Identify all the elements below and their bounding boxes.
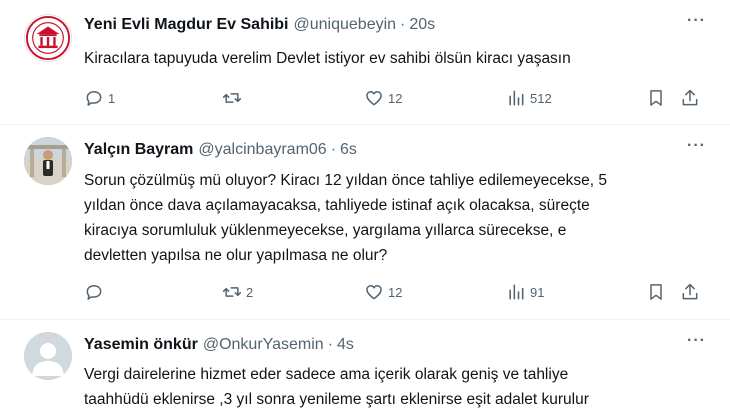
- avatar-seal[interactable]: [24, 14, 72, 62]
- more-icon[interactable]: ···: [687, 332, 706, 350]
- share-button[interactable]: [680, 282, 700, 302]
- avatar-photo[interactable]: [24, 137, 72, 185]
- separator: ·: [330, 141, 337, 158]
- tweet-header: Yalçın Bayram @yalcinbayram06 · 6s: [84, 141, 357, 159]
- more-icon[interactable]: ···: [687, 12, 706, 30]
- timestamp[interactable]: 20s: [409, 16, 435, 34]
- avatar-default[interactable]: [24, 332, 72, 380]
- like-button[interactable]: 12: [364, 88, 402, 108]
- bookmark-button[interactable]: [646, 88, 666, 108]
- reply-button[interactable]: 1: [84, 88, 115, 108]
- profile-photo: [24, 137, 72, 185]
- more-icon[interactable]: ···: [687, 137, 706, 155]
- like-button[interactable]: 12: [364, 282, 402, 302]
- user-handle[interactable]: @uniquebeyin: [294, 16, 397, 34]
- timestamp[interactable]: 4s: [337, 336, 354, 354]
- bookmark-button[interactable]: [646, 282, 666, 302]
- display-name[interactable]: Yalçın Bayram: [84, 141, 193, 159]
- retweet-count: 2: [246, 284, 254, 300]
- tweet-header: Yeni Evli Magdur Ev Sahibi @uniquebeyin …: [84, 16, 435, 34]
- tweet-text: Vergi dairelerine hizmet eder sadece ama…: [84, 366, 589, 408]
- default-avatar-icon: [24, 332, 72, 380]
- tweet-text: Sorun çözülmüş mü oluyor? Kiracı 12 yıld…: [84, 172, 607, 264]
- tweet-feed: Yeni Evli Magdur Ev Sahibi @uniquebeyin …: [0, 0, 730, 420]
- like-count: 12: [388, 90, 403, 106]
- retweet-icon: [222, 93, 242, 103]
- bookmark-icon: [650, 90, 662, 106]
- action-bar: 2 12 91: [84, 280, 724, 304]
- views-icon: [509, 90, 524, 106]
- timestamp[interactable]: 6s: [340, 141, 357, 159]
- tweet-header: Yasemin önkür @OnkurYasemin · 4s: [84, 336, 354, 354]
- like-icon: [366, 91, 382, 106]
- action-bar: 1 12 512: [84, 86, 724, 110]
- views-icon: [509, 284, 524, 300]
- reply-icon: [86, 285, 102, 300]
- tweet[interactable]: Yeni Evli Magdur Ev Sahibi @uniquebeyin …: [0, 0, 730, 128]
- view-count: 91: [530, 284, 545, 300]
- views-button[interactable]: 91: [506, 282, 544, 302]
- display-name[interactable]: Yasemin önkür: [84, 336, 198, 354]
- reply-icon: [86, 91, 102, 106]
- views-button[interactable]: 512: [506, 88, 552, 108]
- tweet[interactable]: Yasemin önkür @OnkurYasemin · 4s ··· Ver…: [0, 320, 730, 420]
- seal-logo: [25, 15, 71, 61]
- reply-button[interactable]: [84, 282, 108, 302]
- like-count: 12: [388, 284, 403, 300]
- retweet-button[interactable]: [222, 88, 246, 108]
- tweet[interactable]: Yalçın Bayram @yalcinbayram06 · 6s ··· S…: [0, 125, 730, 320]
- like-icon: [366, 285, 382, 300]
- display-name[interactable]: Yeni Evli Magdur Ev Sahibi: [84, 16, 289, 34]
- share-icon: [682, 89, 698, 106]
- bookmark-icon: [650, 284, 662, 300]
- reply-count: 1: [108, 90, 116, 106]
- retweet-icon: [222, 287, 242, 297]
- separator: ·: [400, 16, 406, 33]
- share-button[interactable]: [680, 88, 700, 108]
- share-icon: [682, 283, 698, 300]
- view-count: 512: [530, 90, 552, 106]
- separator: ·: [327, 336, 334, 353]
- user-handle[interactable]: @yalcinbayram06: [198, 141, 326, 159]
- tweet-text: Kiracılara tapuyuda verelim Devlet istiy…: [84, 50, 571, 67]
- retweet-button[interactable]: 2: [222, 282, 253, 302]
- user-handle[interactable]: @OnkurYasemin: [203, 336, 324, 354]
